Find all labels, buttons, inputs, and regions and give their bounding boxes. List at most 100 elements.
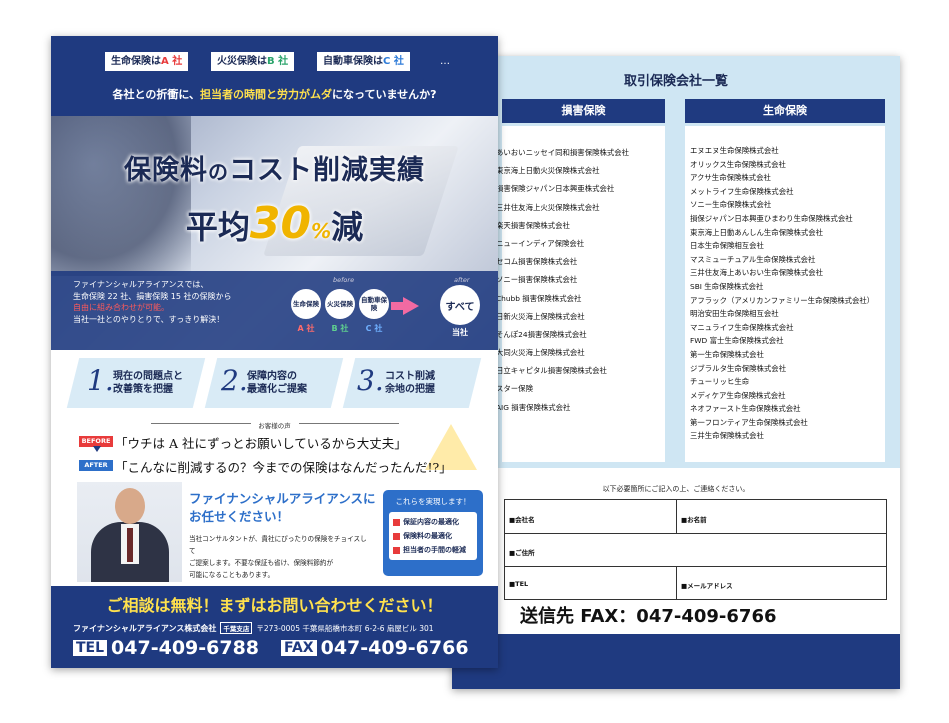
list-item: ネオファースト生命保険株式会社 — [690, 404, 801, 414]
nonlife-header: 損害保険 — [502, 99, 665, 123]
panel-text: ファイナンシャルアライアンスでは、 生命保険 22 社、損害保険 15 社の保険… — [73, 279, 283, 325]
form-row-divider — [505, 566, 886, 567]
merit-item: 保険料の最適化 — [393, 529, 473, 543]
consult-title: ファイナンシャルアライアンスに お任せください！ — [189, 490, 376, 526]
list-item: ソニー損害保険株式会社 — [496, 275, 578, 285]
head-shape — [115, 488, 145, 524]
hero-title-a: 保険料 — [124, 155, 208, 186]
tie-shape — [127, 528, 133, 562]
hero-panel: ファイナンシャルアライアンスでは、 生命保険 22 社、損害保険 15 社の保険… — [51, 271, 498, 350]
consult-title-line: ファイナンシャルアライアンスに — [189, 491, 376, 506]
tel-label: TEL — [73, 640, 108, 656]
step-3-text: コスト削減 余地の把握 — [385, 370, 435, 396]
merit-text: 担当者の手間の軽減 — [403, 546, 466, 554]
tel-number: TEL 047-409-6788 — [73, 637, 259, 659]
step-2-text: 保障内容の最適化ご提案 — [247, 370, 307, 396]
list-item: 日新火災海上保険株式会社 — [496, 311, 585, 321]
life-insurance-tag: 生命保険はA 社 — [105, 52, 189, 71]
list-item: 第一フロンティア生命保険株式会社 — [690, 417, 808, 427]
form-row-divider — [505, 533, 886, 534]
list-item: オリックス生命保険株式会社 — [690, 159, 786, 169]
list-item: 三井住友海上あいおい生命保険株式会社 — [690, 268, 824, 278]
consult-body: 当社コンサルタントが、貴社にぴったりの保険をチョイスして ご提案します。不要な保証… — [189, 533, 369, 581]
subtitle-post: になっていませんか? — [332, 88, 437, 101]
list-item: AIG 損害保険株式会社 — [496, 402, 571, 412]
company-field[interactable]: ■会社名 — [509, 514, 535, 524]
life-circle-label: A 社 — [297, 324, 315, 333]
avg-number: 30 — [249, 198, 312, 249]
back-flyer: 取引保険会社一覧 損害保険 生命保険 あいおいニッセイ同和損害保険株式会社 東京海… — [452, 56, 900, 689]
life-header: 生命保険 — [685, 99, 885, 123]
list-item: メットライフ生命保険株式会社 — [690, 186, 794, 196]
list-item: 日立キャピタル損害保険株式会社 — [496, 366, 607, 376]
list-item: セコム損害保険株式会社 — [496, 257, 578, 267]
list-item: アクサ生命保険株式会社 — [690, 173, 771, 183]
avg-percent: % — [311, 219, 332, 243]
step-line: 余地の把握 — [385, 384, 435, 395]
steps: 1. 現在の問題点と 改善策を把握 2. 保障内容の 最適化ご提案 3. コスト削減… — [51, 358, 498, 410]
tag-company: B 社 — [267, 56, 289, 67]
hero-image: 保険料のコスト削減実績 平均30%減 ファイナンシャルアライアンスでは、 生命保… — [51, 116, 498, 350]
subtitle-pre: 各社との折衝に、 — [112, 88, 201, 101]
address-field[interactable]: ■ご住所 — [509, 547, 535, 557]
step-1-number: 1. — [87, 364, 114, 397]
list-item: ニューインディア保険会社 — [496, 238, 585, 248]
tel-field[interactable]: ■TEL — [509, 580, 528, 588]
tag-ellipsis: … — [440, 56, 450, 67]
fax-value: 047-409-6766 — [320, 637, 469, 659]
life-circle: 生命保険 — [291, 289, 321, 319]
life-list: エヌエヌ生命保険株式会社 オリックス生命保険株式会社 アクサ生命保険株式会社メットラ… — [690, 144, 874, 443]
list-item: そんぽ24損害保険株式会社 — [496, 329, 587, 339]
panel-line: ファイナンシャルアライアンスでは、 — [73, 280, 209, 289]
all-circle-label: 当社 — [452, 328, 468, 337]
merit-item: 保証内容の最適化 — [393, 515, 473, 529]
merit-item: 担当者の手間の軽減 — [393, 543, 473, 557]
list-item: 日本生命保険相互会社 — [690, 241, 764, 251]
list-item: 第一生命保険株式会社 — [690, 349, 764, 359]
list-item: 大同火災海上保険株式会社 — [496, 348, 585, 358]
step-line: 改善策を把握 — [113, 384, 173, 395]
back-fax-number: 送信先 FAX：047-409-6766 — [520, 606, 777, 627]
form-col-divider — [676, 500, 677, 533]
quote-after: 「こんなに削減するの？今までの保険はなんだったんだ!?」 — [115, 460, 452, 475]
company-name: ファイナンシャルアライアンス株式会社 — [73, 624, 217, 633]
insurer-list-panel: 取引保険会社一覧 損害保険 生命保険 あいおいニッセイ同和損害保険株式会社 東京海… — [452, 56, 900, 468]
list-item: 三井住友海上火災保険株式会社 — [496, 202, 600, 212]
step-line: 保障内容の — [247, 371, 297, 382]
tag-company: A 社 — [161, 56, 183, 67]
list-item: エヌエヌ生命保険株式会社 — [690, 146, 779, 155]
hands-photo-shape — [51, 116, 191, 276]
company-address: 〒273-0005 千葉県船橋市本町 6-2-6 扇屋ビル 301 — [256, 624, 434, 633]
email-field[interactable]: ■メールアドレス — [681, 580, 733, 590]
front-subtitle: 各社との折衝に、担当者の時間と労力がムダになっていませんか? — [51, 86, 498, 102]
step-line: 最適化ご提案 — [247, 384, 307, 395]
merit-text: 保険料の最適化 — [403, 532, 452, 540]
list-item: 楽天損害保険株式会社 — [496, 220, 570, 230]
fax-number: FAX 047-409-6766 — [281, 637, 469, 659]
list-item: SBI 生命保険株式会社 — [690, 281, 764, 291]
step-1-text: 現在の問題点と 改善策を把握 — [113, 370, 183, 396]
before-label: before — [333, 276, 355, 284]
panel-line: 当社一社とのやりとりで、すっきり解決！ — [73, 314, 225, 324]
list-item: Chubb 損害保険株式会社 — [496, 293, 582, 303]
consult-body-line: 当社コンサルタントが、貴社にぴったりの保険をチョイスして — [189, 535, 367, 555]
name-field[interactable]: ■お名前 — [681, 514, 707, 524]
list-item: 三井生命保険株式会社 — [690, 431, 764, 441]
list-item: 損保ジャパン日本興亜ひまわり生命保険株式会社 — [690, 213, 853, 223]
auto-circle: 自動車保険 — [359, 289, 389, 319]
list-item: アフラック（アメリカンファミリー生命保険株式会社） — [690, 295, 875, 305]
list-item: マスミューチュアル生命保険株式会社 — [690, 254, 816, 264]
form-col-divider — [676, 566, 677, 600]
list-item: スター保険 — [496, 384, 533, 394]
tag-company: C 社 — [383, 56, 404, 67]
list-item: 東京海上日動あんしん生命保険株式会社 — [690, 227, 824, 237]
merit-title: これらを実現します！ — [395, 497, 471, 506]
hero-title-c: コスト削減実績 — [229, 155, 425, 186]
quote-before: 「ウチは A 社にずっとお願いしているから大丈夫」 — [115, 436, 407, 451]
tag-text: 生命保険は — [111, 56, 161, 67]
list-item: チューリッヒ生命 — [690, 377, 750, 387]
panel-line: 自由に組み合わせが可能。 — [73, 303, 169, 312]
branch-badge: 千葉支店 — [220, 622, 253, 634]
back-footer — [452, 634, 900, 689]
front-header — [51, 36, 498, 116]
